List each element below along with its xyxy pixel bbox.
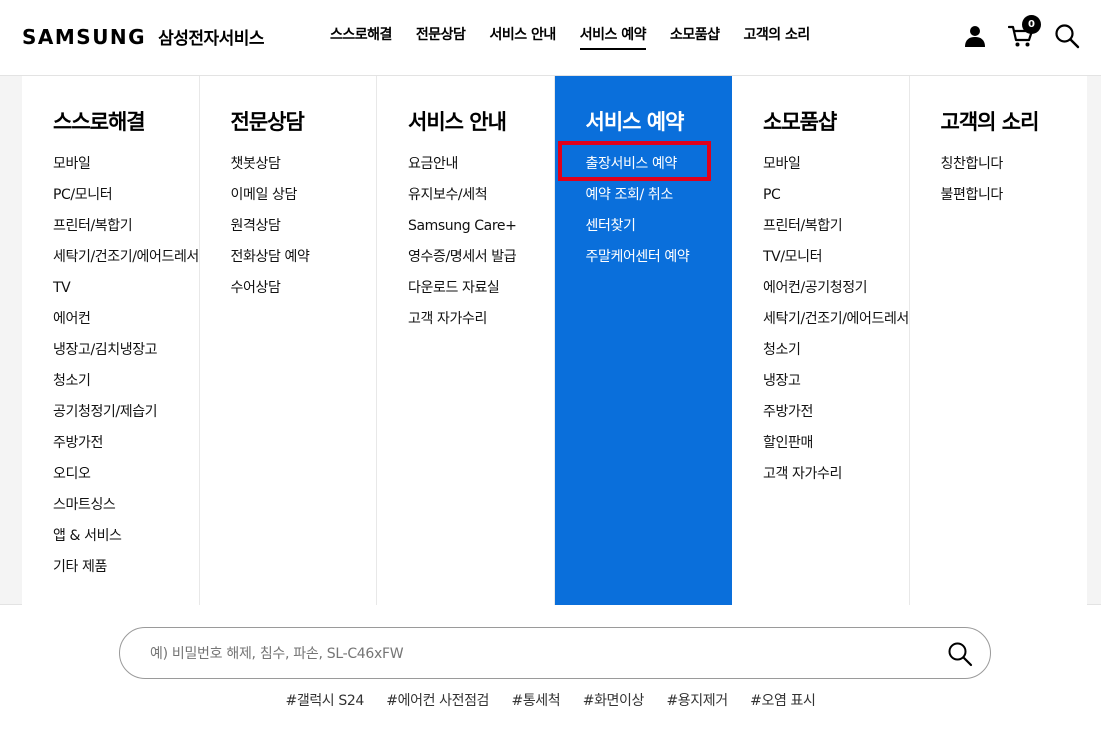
- hashtag-link[interactable]: #에어컨 사전점검: [386, 690, 489, 710]
- menu-link[interactable]: PC: [763, 185, 909, 216]
- menu-link-visit-service-reservation[interactable]: 출장서비스 예약: [586, 154, 733, 185]
- samsung-logo[interactable]: SAMSUNG 삼성전자서비스: [22, 24, 265, 49]
- menu-link[interactable]: 앱 & 서비스: [53, 526, 199, 557]
- nav-service-guide[interactable]: 서비스 안내: [477, 25, 567, 51]
- menu-link[interactable]: 고객 자가수리: [763, 464, 909, 495]
- menu-link[interactable]: 주말케어센터 예약: [586, 247, 733, 278]
- menu-link[interactable]: 할인판매: [763, 433, 909, 464]
- menu-link[interactable]: 칭찬합니다: [941, 154, 1088, 185]
- menu-link[interactable]: 스마트싱스: [53, 495, 199, 526]
- search-submit-button[interactable]: [946, 640, 974, 668]
- hashtag-link[interactable]: #화면이상: [583, 690, 645, 710]
- menu-link[interactable]: 프린터/복합기: [53, 216, 199, 247]
- hashtag-link[interactable]: #용지제거: [666, 690, 728, 710]
- hashtag-link[interactable]: #통세척: [512, 690, 561, 710]
- menu-link[interactable]: 전화상담 예약: [231, 247, 377, 278]
- menu-link[interactable]: 고객 자가수리: [408, 309, 554, 340]
- menu-link[interactable]: 예약 조회/ 취소: [586, 185, 733, 216]
- nav-consumables-shop[interactable]: 소모품샵: [658, 25, 732, 51]
- menu-link[interactable]: TV: [53, 278, 199, 309]
- menu-link[interactable]: 수어상담: [231, 278, 377, 309]
- logo-wordmark: SAMSUNG: [22, 25, 147, 49]
- column-title[interactable]: 서비스 안내: [408, 106, 554, 134]
- column-title[interactable]: 스스로해결: [53, 106, 199, 134]
- menu-link[interactable]: 냉장고/김치냉장고: [53, 340, 199, 371]
- menu-column-consumables-shop: 소모품샵 모바일 PC 프린터/복합기 TV/모니터 에어컨/공기청정기 세탁기…: [732, 76, 910, 605]
- column-title[interactable]: 고객의 소리: [941, 106, 1088, 134]
- menu-link[interactable]: 주방가전: [53, 433, 199, 464]
- menu-link[interactable]: 모바일: [53, 154, 199, 185]
- column-links: 출장서비스 예약 예약 조회/ 취소 센터찾기 주말케어센터 예약: [586, 154, 733, 278]
- column-title[interactable]: 서비스 예약: [586, 106, 733, 134]
- menu-column-customer-voice: 고객의 소리 칭찬합니다 불편합니다: [910, 76, 1088, 605]
- nav-self-help[interactable]: 스스로해결: [318, 25, 404, 51]
- menu-link[interactable]: TV/모니터: [763, 247, 909, 278]
- search-icon: [948, 642, 973, 667]
- column-links: 모바일 PC/모니터 프린터/복합기 세탁기/건조기/에어드레서 TV 에어컨 …: [53, 154, 199, 588]
- column-title[interactable]: 소모품샵: [763, 106, 909, 134]
- column-links: 요금안내 유지보수/세척 Samsung Care+ 영수증/명세서 발급 다운…: [408, 154, 554, 340]
- column-links: 챗봇상담 이메일 상담 원격상담 전화상담 예약 수어상담: [231, 154, 377, 309]
- menu-link[interactable]: 청소기: [763, 340, 909, 371]
- nav-consultation[interactable]: 전문상담: [404, 25, 478, 51]
- menu-link[interactable]: 청소기: [53, 371, 199, 402]
- menu-link[interactable]: 냉장고: [763, 371, 909, 402]
- menu-link[interactable]: 이메일 상담: [231, 185, 377, 216]
- site-header: SAMSUNG 삼성전자서비스 스스로해결 전문상담 서비스 안내 서비스 예약…: [0, 0, 1101, 76]
- menu-link[interactable]: 영수증/명세서 발급: [408, 247, 554, 278]
- logo-subtitle: 삼성전자서비스: [158, 29, 265, 49]
- search-icon: [1055, 24, 1080, 49]
- main-nav: 스스로해결 전문상담 서비스 안내 서비스 예약 소모품샵 고객의 소리: [318, 25, 822, 51]
- column-links: 모바일 PC 프린터/복합기 TV/모니터 에어컨/공기청정기 세탁기/건조기/…: [763, 154, 909, 495]
- utility-menu: 0: [947, 15, 1085, 54]
- column-title[interactable]: 전문상담: [231, 106, 377, 134]
- menu-link[interactable]: 원격상담: [231, 216, 377, 247]
- nav-service-reservation[interactable]: 서비스 예약: [568, 25, 658, 51]
- menu-link[interactable]: 불편합니다: [941, 185, 1088, 216]
- menu-link[interactable]: Samsung Care+: [408, 216, 554, 247]
- search-bar: [119, 627, 991, 679]
- mega-menu-panel: 스스로해결 모바일 PC/모니터 프린터/복합기 세탁기/건조기/에어드레서 T…: [22, 76, 1087, 605]
- cart-count-badge: 0: [1022, 15, 1041, 34]
- menu-link[interactable]: 세탁기/건조기/에어드레서: [53, 247, 199, 278]
- menu-column-self-help: 스스로해결 모바일 PC/모니터 프린터/복합기 세탁기/건조기/에어드레서 T…: [22, 76, 200, 605]
- menu-column-service-guide: 서비스 안내 요금안내 유지보수/세척 Samsung Care+ 영수증/명세…: [377, 76, 555, 605]
- menu-column-service-reservation: 서비스 예약 출장서비스 예약 예약 조회/ 취소 센터찾기 주말케어센터 예약: [554, 76, 733, 605]
- menu-link[interactable]: 에어컨: [53, 309, 199, 340]
- account-button[interactable]: [957, 18, 993, 54]
- mega-menu: 스스로해결 모바일 PC/모니터 프린터/복합기 세탁기/건조기/에어드레서 T…: [0, 76, 1101, 605]
- search-input[interactable]: [150, 641, 910, 667]
- hashtag-link[interactable]: #갤럭시 S24: [286, 690, 365, 710]
- menu-link[interactable]: 공기청정기/제습기: [53, 402, 199, 433]
- person-icon: [965, 26, 985, 47]
- hashtag-link[interactable]: #오염 표시: [750, 690, 816, 710]
- menu-link[interactable]: 세탁기/건조기/에어드레서: [763, 309, 909, 340]
- menu-link[interactable]: 오디오: [53, 464, 199, 495]
- menu-link[interactable]: 프린터/복합기: [763, 216, 909, 247]
- cart-button[interactable]: 0: [1003, 15, 1041, 54]
- nav-customer-voice[interactable]: 고객의 소리: [732, 25, 822, 51]
- header-search-button[interactable]: [1049, 18, 1085, 54]
- menu-link[interactable]: PC/모니터: [53, 185, 199, 216]
- menu-link[interactable]: 유지보수/세척: [408, 185, 554, 216]
- menu-link[interactable]: 센터찾기: [586, 216, 733, 247]
- menu-link[interactable]: 요금안내: [408, 154, 554, 185]
- menu-link[interactable]: 주방가전: [763, 402, 909, 433]
- menu-link[interactable]: 모바일: [763, 154, 909, 185]
- popular-tags: #갤럭시 S24 #에어컨 사전점검 #통세척 #화면이상 #용지제거 #오염 …: [0, 690, 1101, 710]
- menu-link[interactable]: 다운로드 자료실: [408, 278, 554, 309]
- menu-link[interactable]: 에어컨/공기청정기: [763, 278, 909, 309]
- menu-link[interactable]: 챗봇상담: [231, 154, 377, 185]
- menu-link[interactable]: 기타 제품: [53, 557, 199, 588]
- menu-column-consultation: 전문상담 챗봇상담 이메일 상담 원격상담 전화상담 예약 수어상담: [200, 76, 377, 605]
- column-links: 칭찬합니다 불편합니다: [941, 154, 1088, 216]
